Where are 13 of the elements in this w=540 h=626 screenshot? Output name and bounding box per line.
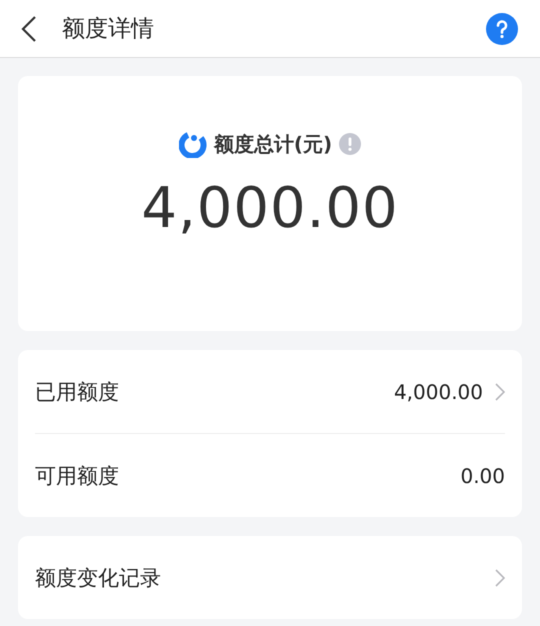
list-row[interactable]: 可用额度 0.00 [35, 433, 505, 517]
back-button[interactable] [20, 14, 38, 42]
row-label: 已用额度 [35, 378, 120, 406]
row-value: 0.00 [460, 464, 505, 488]
row-label: 可用额度 [35, 462, 120, 490]
total-amount: 4,000.00 [141, 176, 399, 241]
page-title: 额度详情 [62, 15, 155, 44]
row-value: 4,000.00 [394, 380, 483, 404]
total-label: 额度总计(元) [214, 130, 332, 158]
row-label: 额度变化记录 [35, 564, 162, 592]
help-button[interactable] [486, 12, 518, 44]
list-row[interactable]: 已用额度 4,000.00 [35, 350, 505, 433]
logo-icon [178, 130, 207, 158]
